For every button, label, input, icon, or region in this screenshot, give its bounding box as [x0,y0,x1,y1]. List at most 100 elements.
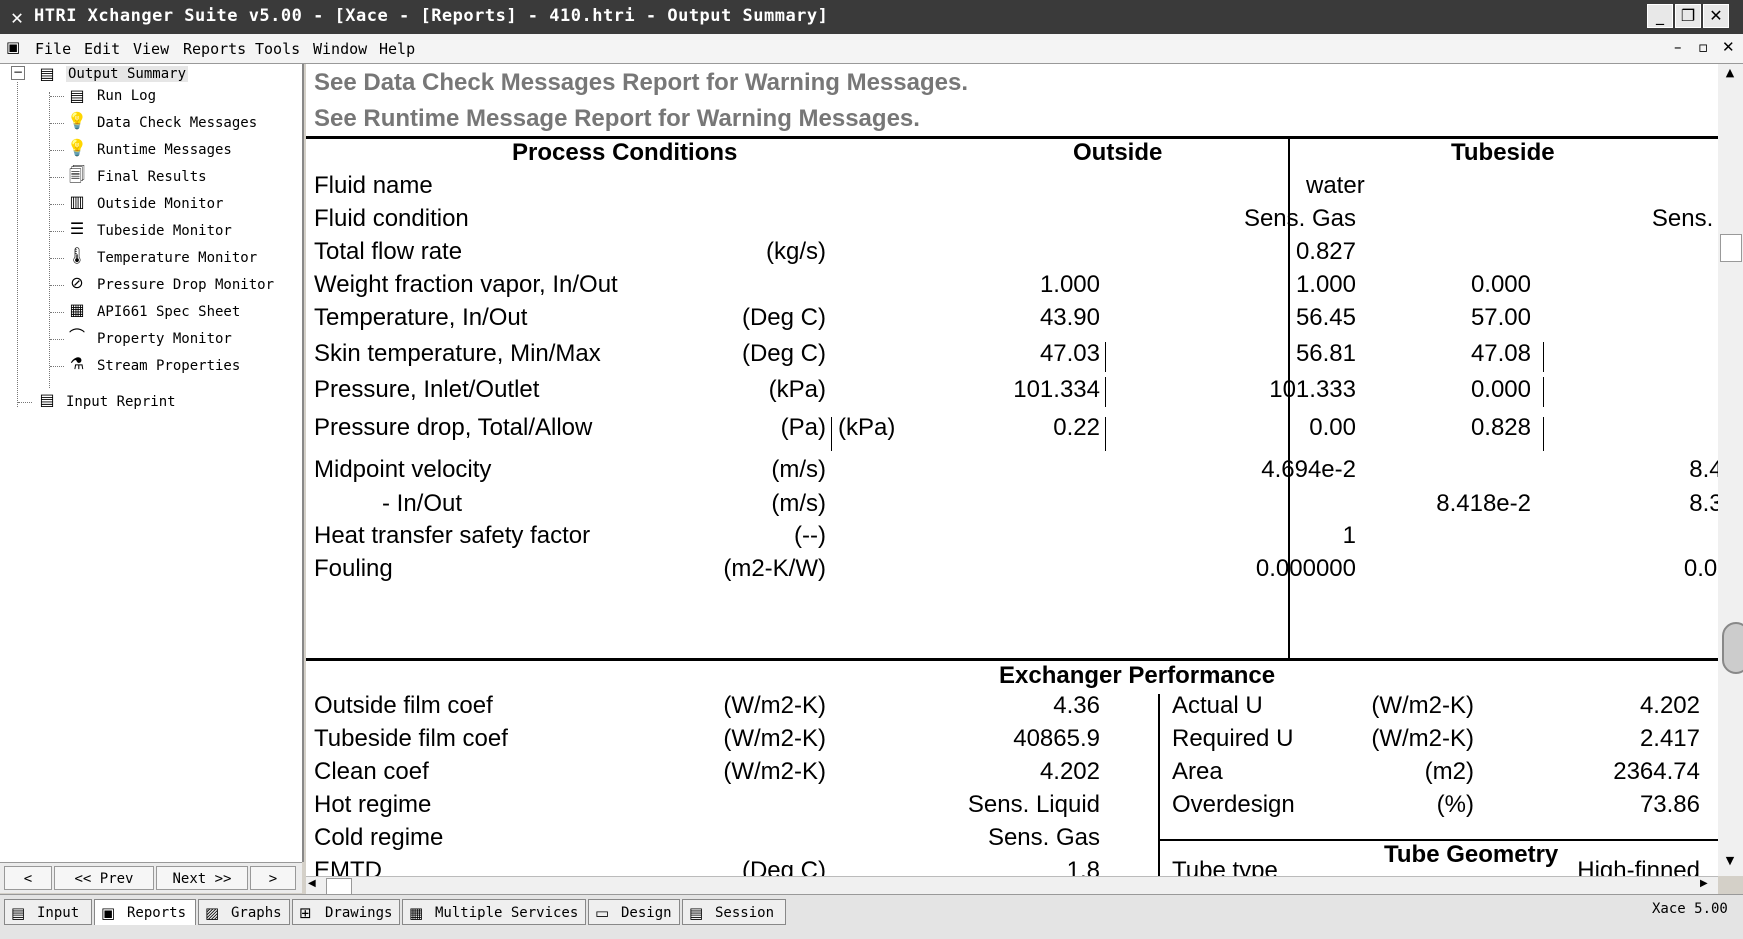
menu-tools[interactable]: Tools [255,40,300,58]
tree-item-stream-properties[interactable]: Stream Properties [97,358,240,374]
tab-design[interactable]: ▭ Design [588,899,680,925]
reports-icon: ▣ [101,904,116,922]
menu-view[interactable]: View [133,40,169,58]
tubeside-in-value: 47.08 [1470,340,1531,367]
tree-item-output-summary[interactable]: Output Summary [66,66,189,82]
perf-label: Cold regime [314,824,444,851]
tree-item-run-log[interactable]: Run Log [97,88,156,104]
graph-icon: ▨ [205,904,220,922]
row-label: Pressure drop, Total/Allow [314,414,593,441]
restore-button[interactable]: ❐ [1675,4,1701,28]
tab-graphs[interactable]: ▨ Graphs [198,899,290,925]
window-title: HTRI Xchanger Suite v5.00 - [Xace - [Rep… [34,6,829,26]
divider [1105,417,1106,451]
last-report-button[interactable]: > [250,866,296,890]
menu-help[interactable]: Help [379,40,415,58]
mdi-close-button[interactable]: ✕ [1722,38,1735,56]
tab-label: Design [621,905,672,921]
tree-item-final-results[interactable]: Final Results [97,169,207,185]
menu-edit[interactable]: Edit [84,40,120,58]
tree-item-input-reprint[interactable]: Input Reprint [66,394,176,410]
tab-label: Input [37,905,80,921]
perf-label: Outside film coef [314,692,493,719]
tab-session[interactable]: ▤ Session [682,899,786,925]
report-view: See Data Check Messages Report for Warni… [306,64,1718,876]
menu-window[interactable]: Window [313,40,367,58]
perf-unit: (W/m2-K) [1371,725,1474,752]
tree-item-tubeside-monitor[interactable]: Tubeside Monitor [97,223,232,239]
scroll-right-arrow[interactable]: ▶ [1700,878,1716,894]
scroll-down-arrow[interactable]: ▼ [1720,854,1740,872]
prev-report-button[interactable]: << Prev [54,866,154,890]
tubeside-monitor-icon: ☰ [69,219,85,238]
mdi-restore-button[interactable]: ▫ [1698,38,1708,56]
tree-item-data-check-messages[interactable]: Data Check Messages [97,115,257,131]
row-unit-secondary: (kPa) [838,414,896,441]
collapse-toggle[interactable]: − [11,66,25,80]
document-icon[interactable]: ▣ [6,38,20,56]
scroll-up-arrow[interactable]: ▲ [1720,66,1740,84]
tree-item-property-monitor[interactable]: Property Monitor [97,331,232,347]
thermometer-icon: 🌡 [66,246,88,265]
row-label: Fouling [314,555,393,582]
close-button[interactable]: ✕ [1703,4,1729,28]
tubeside-out-value: 8.402e-2 [1689,456,1718,483]
perf-label: EMTD [314,857,382,876]
vertical-scroll-thumb[interactable] [1720,234,1742,262]
row-unit: (--) [794,522,826,549]
tab-input[interactable]: ▤ Input [4,899,92,925]
mdi-minimize-button[interactable]: – [1674,38,1682,56]
perf-label: Required U [1172,725,1294,752]
tube-geometry-header: Tube Geometry [1384,841,1559,868]
perf-unit: (W/m2-K) [723,725,826,752]
perf-label: Area [1172,758,1223,785]
perf-label: Overdesign [1172,791,1295,818]
perf-unit: (W/m2-K) [723,758,826,785]
tree-item-pressure-drop-monitor[interactable]: Pressure Drop Monitor [97,277,274,293]
tree-item-api661-spec-sheet[interactable]: API661 Spec Sheet [97,304,240,320]
next-report-button[interactable]: Next >> [156,866,248,890]
tab-multiple-services[interactable]: ▦ Multiple Services [402,899,586,925]
perf-label: Actual U [1172,692,1263,719]
divider [1105,377,1106,407]
module-tabs: ▤ Input ▣ Reports ▨ Graphs ⊞ Drawings ▦ Multi… [0,894,1743,939]
scroll-handle[interactable] [1722,622,1743,674]
lightbulb-icon: 💡 [67,111,87,130]
outside-in-value: 0.22 [1053,414,1100,441]
warning-message[interactable]: See Runtime Message Report for Warning M… [314,105,920,133]
tab-drawings[interactable]: ⊞ Drawings [292,899,400,925]
divider [306,658,1718,661]
row-label: Fluid condition [314,205,469,232]
outside-out-value: 0.000000 [1255,555,1356,582]
tubeside-out-value: 0.000000 [1683,555,1718,582]
outside-out-value: 101.333 [1269,376,1356,403]
app-icon[interactable]: ✕ [6,6,28,28]
tab-label: Reports [127,905,187,921]
tubeside-header: Tubeside [1451,139,1555,166]
tab-label: Graphs [231,905,282,921]
tree-item-temperature-monitor[interactable]: Temperature Monitor [97,250,257,266]
row-unit: (kg/s) [766,238,826,265]
divider [1543,377,1544,407]
warning-message[interactable]: See Data Check Messages Report for Warni… [314,69,968,97]
tree-item-runtime-messages[interactable]: Runtime Messages [97,142,232,158]
horizontal-scrollbar[interactable]: ◀ ▶ [306,876,1718,895]
row-label: Total flow rate [314,238,463,265]
curve-chart-icon: ⌒ [68,327,85,346]
first-report-button[interactable]: < [4,866,52,890]
drawing-icon: ⊞ [299,904,312,922]
minimize-button[interactable]: _ [1647,4,1673,28]
horizontal-scroll-thumb[interactable] [326,878,352,895]
menu-file[interactable]: File [35,40,71,58]
divider [1158,694,1160,876]
tab-reports[interactable]: ▣ Reports [94,899,196,925]
perf-unit: (m2) [1424,758,1474,785]
divider [1105,342,1106,372]
menu-reports[interactable]: Reports [183,40,246,58]
tubeside-in-value: 0.000 [1470,271,1531,298]
tree-item-outside-monitor[interactable]: Outside Monitor [97,196,223,212]
tubeside-in-value: 8.418e-2 [1436,490,1531,517]
vertical-scrollbar[interactable]: ▲ ▼ [1718,64,1743,876]
scroll-left-arrow[interactable]: ◀ [308,878,324,894]
report-tree: − ▤ Output Summary ▤ Run Log 💡 Data Chec… [0,64,304,862]
